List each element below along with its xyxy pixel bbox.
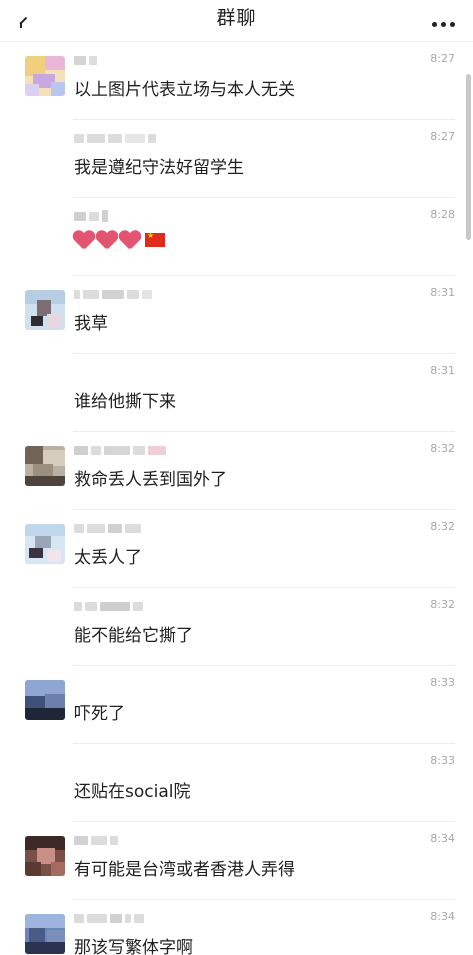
message-row[interactable]: 8:28 <box>0 198 473 276</box>
message-time: 8:27 <box>430 130 455 143</box>
emoji-message <box>74 231 165 249</box>
message-text: 有可能是台湾或者香港人弄得 <box>74 860 295 880</box>
sender-name-blurred <box>74 522 141 534</box>
message-text: 我是遵纪守法好留学生 <box>74 158 244 178</box>
sender-name-blurred <box>74 834 118 846</box>
china-flag-emoji-icon <box>145 231 165 247</box>
message-text: 能不能给它撕了 <box>74 626 193 646</box>
heart-emoji-icon <box>120 231 140 249</box>
message-text: 还贴在social院 <box>74 782 191 802</box>
sender-name-blurred <box>74 288 152 300</box>
message-text: 救命丢人丢到国外了 <box>74 470 227 490</box>
message-time: 8:32 <box>430 442 455 455</box>
message-row[interactable]: 8:33 还贴在social院 <box>0 744 473 822</box>
message-row[interactable]: 8:33 吓死了 <box>0 666 473 744</box>
message-text: 以上图片代表立场与本人无关 <box>74 80 295 100</box>
message-row[interactable]: 8:34 有可能是台湾或者香港人弄得 <box>0 822 473 900</box>
message-time: 8:34 <box>430 832 455 845</box>
chat-header: 群聊 <box>0 0 473 42</box>
message-text: 谁给他撕下来 <box>74 392 176 412</box>
message-time: 8:32 <box>430 598 455 611</box>
heart-emoji-icon <box>97 231 117 249</box>
heart-emoji-icon <box>74 231 94 249</box>
message-text: 吓死了 <box>74 704 125 724</box>
message-row[interactable]: 8:31 我草 <box>0 276 473 354</box>
message-time: 8:34 <box>430 910 455 923</box>
message-time: 8:31 <box>430 286 455 299</box>
message-text: 那该写繁体字啊 <box>74 938 193 955</box>
sender-name-blurred <box>74 912 144 924</box>
sender-name-blurred <box>74 210 108 222</box>
message-row[interactable]: 8:32 能不能给它撕了 <box>0 588 473 666</box>
avatar[interactable] <box>25 446 65 486</box>
avatar[interactable] <box>25 56 65 96</box>
message-row[interactable]: 8:32 太丢人了 <box>0 510 473 588</box>
avatar[interactable] <box>25 914 65 954</box>
avatar[interactable] <box>25 290 65 330</box>
sender-name-blurred <box>74 132 156 144</box>
message-text: 我草 <box>74 314 108 334</box>
message-text: 太丢人了 <box>74 548 142 568</box>
message-row[interactable]: 8:31 谁给他撕下来 <box>0 354 473 432</box>
message-row[interactable]: 8:27 我是遵纪守法好留学生 <box>0 120 473 198</box>
message-time: 8:32 <box>430 520 455 533</box>
sender-name-blurred <box>74 600 143 612</box>
message-row[interactable]: 8:34 那该写繁体字啊 <box>0 900 473 955</box>
message-time: 8:27 <box>430 52 455 65</box>
avatar[interactable] <box>25 680 65 720</box>
avatar[interactable] <box>25 836 65 876</box>
message-time: 8:31 <box>430 364 455 377</box>
sender-name-blurred <box>74 54 97 66</box>
message-time: 8:28 <box>430 208 455 221</box>
message-time: 8:33 <box>430 676 455 689</box>
message-row[interactable]: 8:32 救命丢人丢到国外了 <box>0 432 473 510</box>
avatar[interactable] <box>25 524 65 564</box>
more-dots-icon[interactable] <box>432 22 455 27</box>
message-row[interactable]: 8:27 以上图片代表立场与本人无关 <box>0 42 473 120</box>
sender-name-blurred <box>74 444 166 456</box>
chat-title: 群聊 <box>216 7 257 29</box>
message-time: 8:33 <box>430 754 455 767</box>
